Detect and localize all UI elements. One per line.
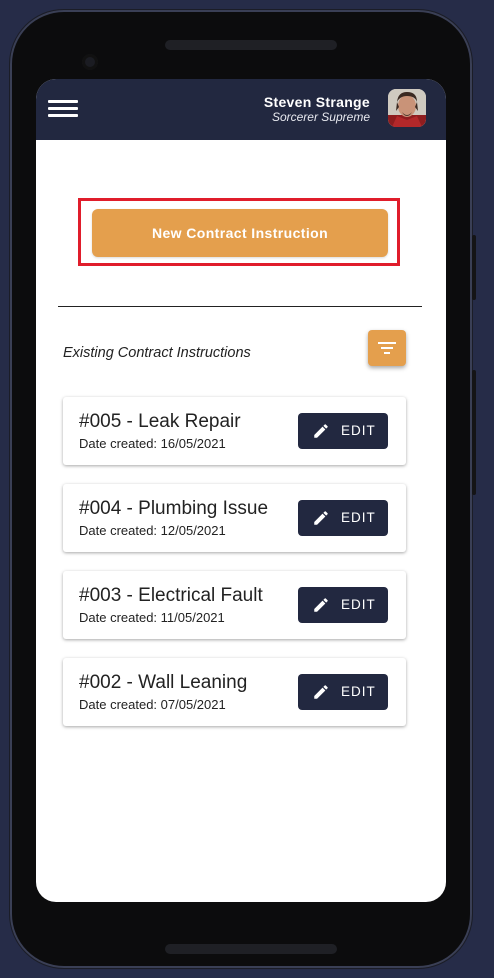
edit-button[interactable]: EDIT (298, 587, 388, 623)
contract-title: #002 - Wall Leaning (79, 672, 248, 693)
contract-card: #002 - Wall Leaning Date created: 07/05/… (63, 658, 406, 726)
edit-label: EDIT (341, 684, 376, 699)
edit-label: EDIT (341, 597, 376, 612)
section-title: Existing Contract Instructions (63, 345, 251, 361)
edit-label: EDIT (341, 423, 376, 438)
filter-icon (378, 342, 396, 354)
edit-button[interactable]: EDIT (298, 413, 388, 449)
contract-title: #003 - Electrical Fault (79, 585, 263, 606)
user-name: Steven Strange (263, 94, 370, 110)
contract-date: Date created: 07/05/2021 (79, 697, 226, 712)
contract-date: Date created: 12/05/2021 (79, 523, 226, 538)
pencil-icon (314, 598, 328, 612)
pencil-icon (314, 424, 328, 438)
power-button (472, 370, 476, 495)
edit-label: EDIT (341, 510, 376, 525)
contract-title: #005 - Leak Repair (79, 411, 241, 432)
app-screen: Steven Strange Sorcerer Supreme New Cont… (36, 79, 446, 902)
new-contract-instruction-label: New Contract Instruction (151, 225, 329, 241)
pencil-icon (314, 685, 328, 699)
app-bar: Steven Strange Sorcerer Supreme (36, 79, 446, 140)
avatar[interactable] (388, 89, 426, 127)
user-role: Sorcerer Supreme (271, 110, 370, 124)
hamburger-menu-icon[interactable] (48, 98, 80, 120)
contract-date: Date created: 11/05/2021 (79, 610, 225, 625)
contract-card: #005 - Leak Repair Date created: 16/05/2… (63, 397, 406, 465)
edit-button[interactable]: EDIT (298, 674, 388, 710)
top-speaker (165, 40, 337, 50)
new-contract-instruction-button[interactable]: New Contract Instruction (92, 209, 388, 257)
edit-button[interactable]: EDIT (298, 500, 388, 536)
contract-date: Date created: 16/05/2021 (79, 436, 226, 451)
contract-card: #004 - Plumbing Issue Date created: 12/0… (63, 484, 406, 552)
volume-button (472, 235, 476, 300)
section-divider (58, 306, 422, 307)
filter-button[interactable] (368, 330, 406, 366)
contract-title: #004 - Plumbing Issue (79, 498, 269, 519)
bottom-speaker (165, 944, 337, 954)
pencil-icon (314, 511, 328, 525)
contract-card: #003 - Electrical Fault Date created: 11… (63, 571, 406, 639)
front-camera (82, 54, 98, 70)
